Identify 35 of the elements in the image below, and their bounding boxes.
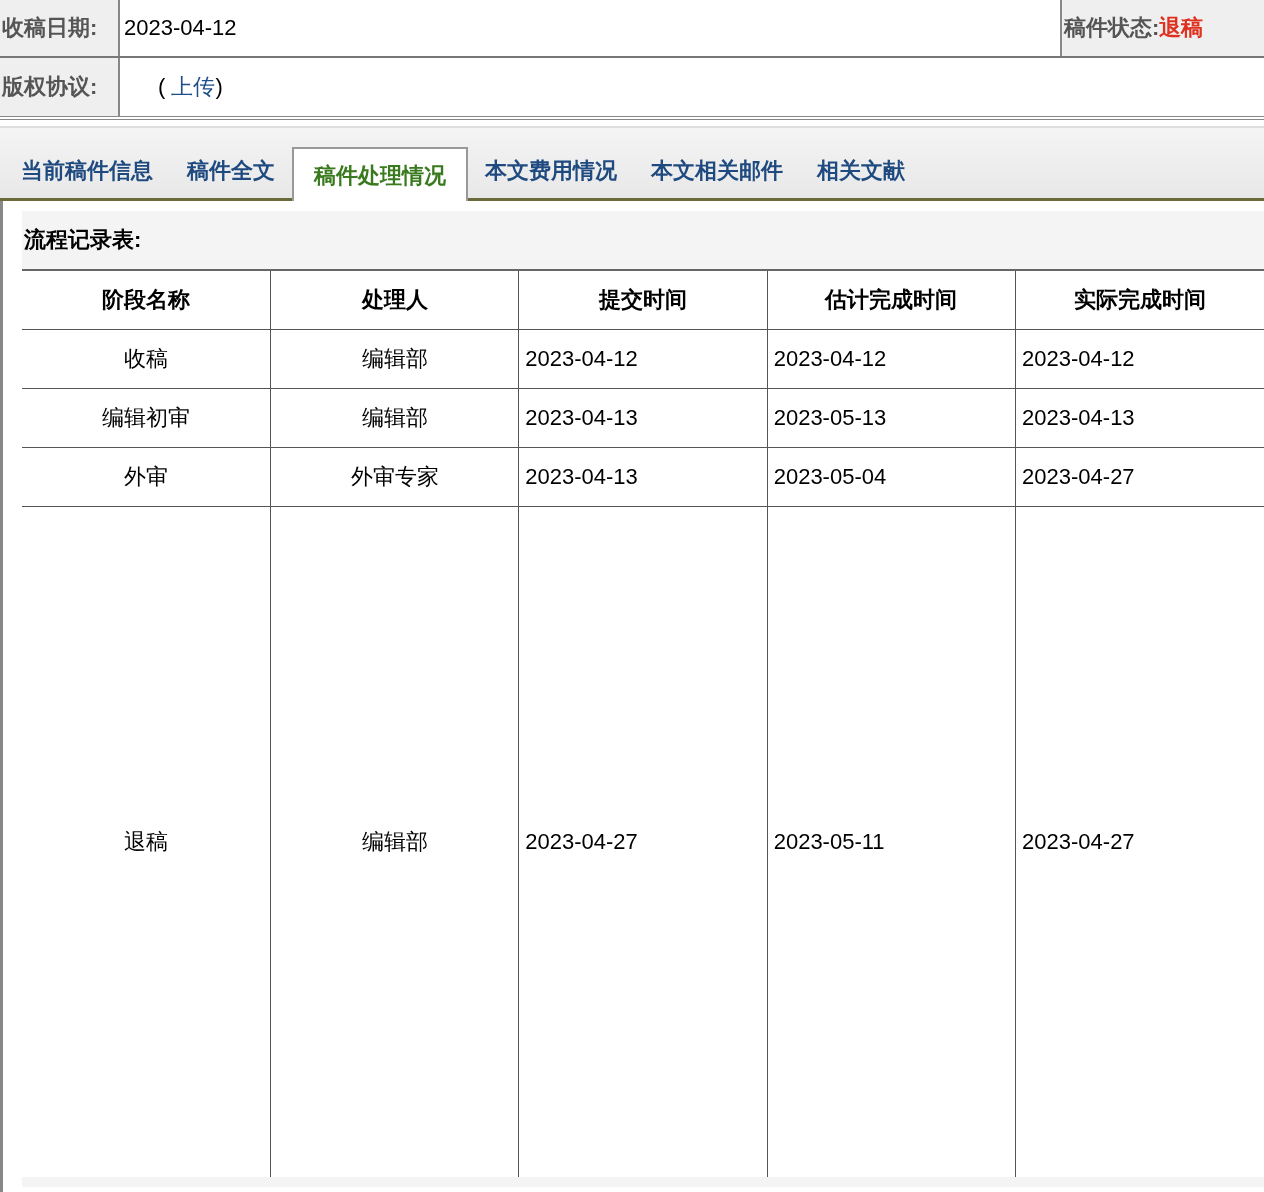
tab[interactable]: 本文费用情况	[468, 156, 634, 198]
tab[interactable]: 当前稿件信息	[4, 156, 170, 198]
table-cell: 2023-04-13	[518, 388, 768, 448]
column-header: 处理人	[270, 271, 519, 330]
tab[interactable]: 相关文献	[800, 156, 922, 198]
table-cell: 2023-04-12	[767, 329, 1016, 389]
column-header: 阶段名称	[22, 271, 271, 330]
table-cell: 2023-04-27	[1015, 506, 1264, 1177]
status-value: 退稿	[1159, 14, 1204, 42]
upload-link[interactable]: 上传	[171, 74, 216, 99]
status-label: 稿件状态:	[1064, 14, 1160, 42]
table-cell: 外审	[22, 447, 271, 507]
table-cell: 2023-04-12	[518, 329, 768, 389]
table-cell: 2023-05-04	[767, 447, 1016, 507]
table-cell: 编辑部	[270, 388, 519, 448]
received-date-value: 2023-04-12	[123, 14, 238, 42]
received-date-label: 收稿日期:	[0, 0, 120, 56]
table-cell: 2023-04-13	[1015, 388, 1264, 448]
column-header: 估计完成时间	[767, 271, 1016, 330]
table-cell: 2023-04-27	[1015, 447, 1264, 507]
tab[interactable]: 稿件处理情况	[292, 147, 468, 201]
table-cell: 外审专家	[270, 447, 519, 507]
tab[interactable]: 稿件全文	[170, 156, 292, 198]
table-cell: 2023-05-13	[767, 388, 1016, 448]
table-cell: 编辑部	[270, 329, 519, 389]
tab[interactable]: 本文相关邮件	[634, 156, 800, 198]
table-cell: 编辑初审	[22, 388, 271, 448]
table-cell: 2023-04-13	[518, 447, 768, 507]
column-header: 提交时间	[518, 271, 768, 330]
table-cell: 2023-04-12	[1015, 329, 1264, 389]
copyright-label: 版权协议:	[0, 58, 120, 116]
table-cell: 收稿	[22, 329, 271, 389]
panel-title: 流程记录表:	[22, 211, 1264, 271]
copyright-upload-note: ( 上传)	[157, 73, 223, 101]
column-header: 实际完成时间	[1015, 271, 1264, 330]
